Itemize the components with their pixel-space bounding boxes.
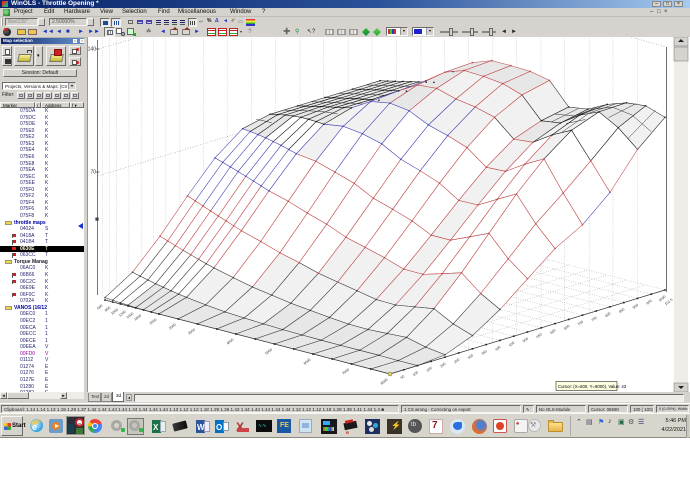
svg-text:Cursor: (X=600, Y=8000), Value: Cursor: (X=600, Y=8000), Value: 43 — [558, 384, 627, 389]
svg-text:140: 140 — [88, 47, 96, 53]
svg-text:70: 70 — [90, 170, 96, 176]
